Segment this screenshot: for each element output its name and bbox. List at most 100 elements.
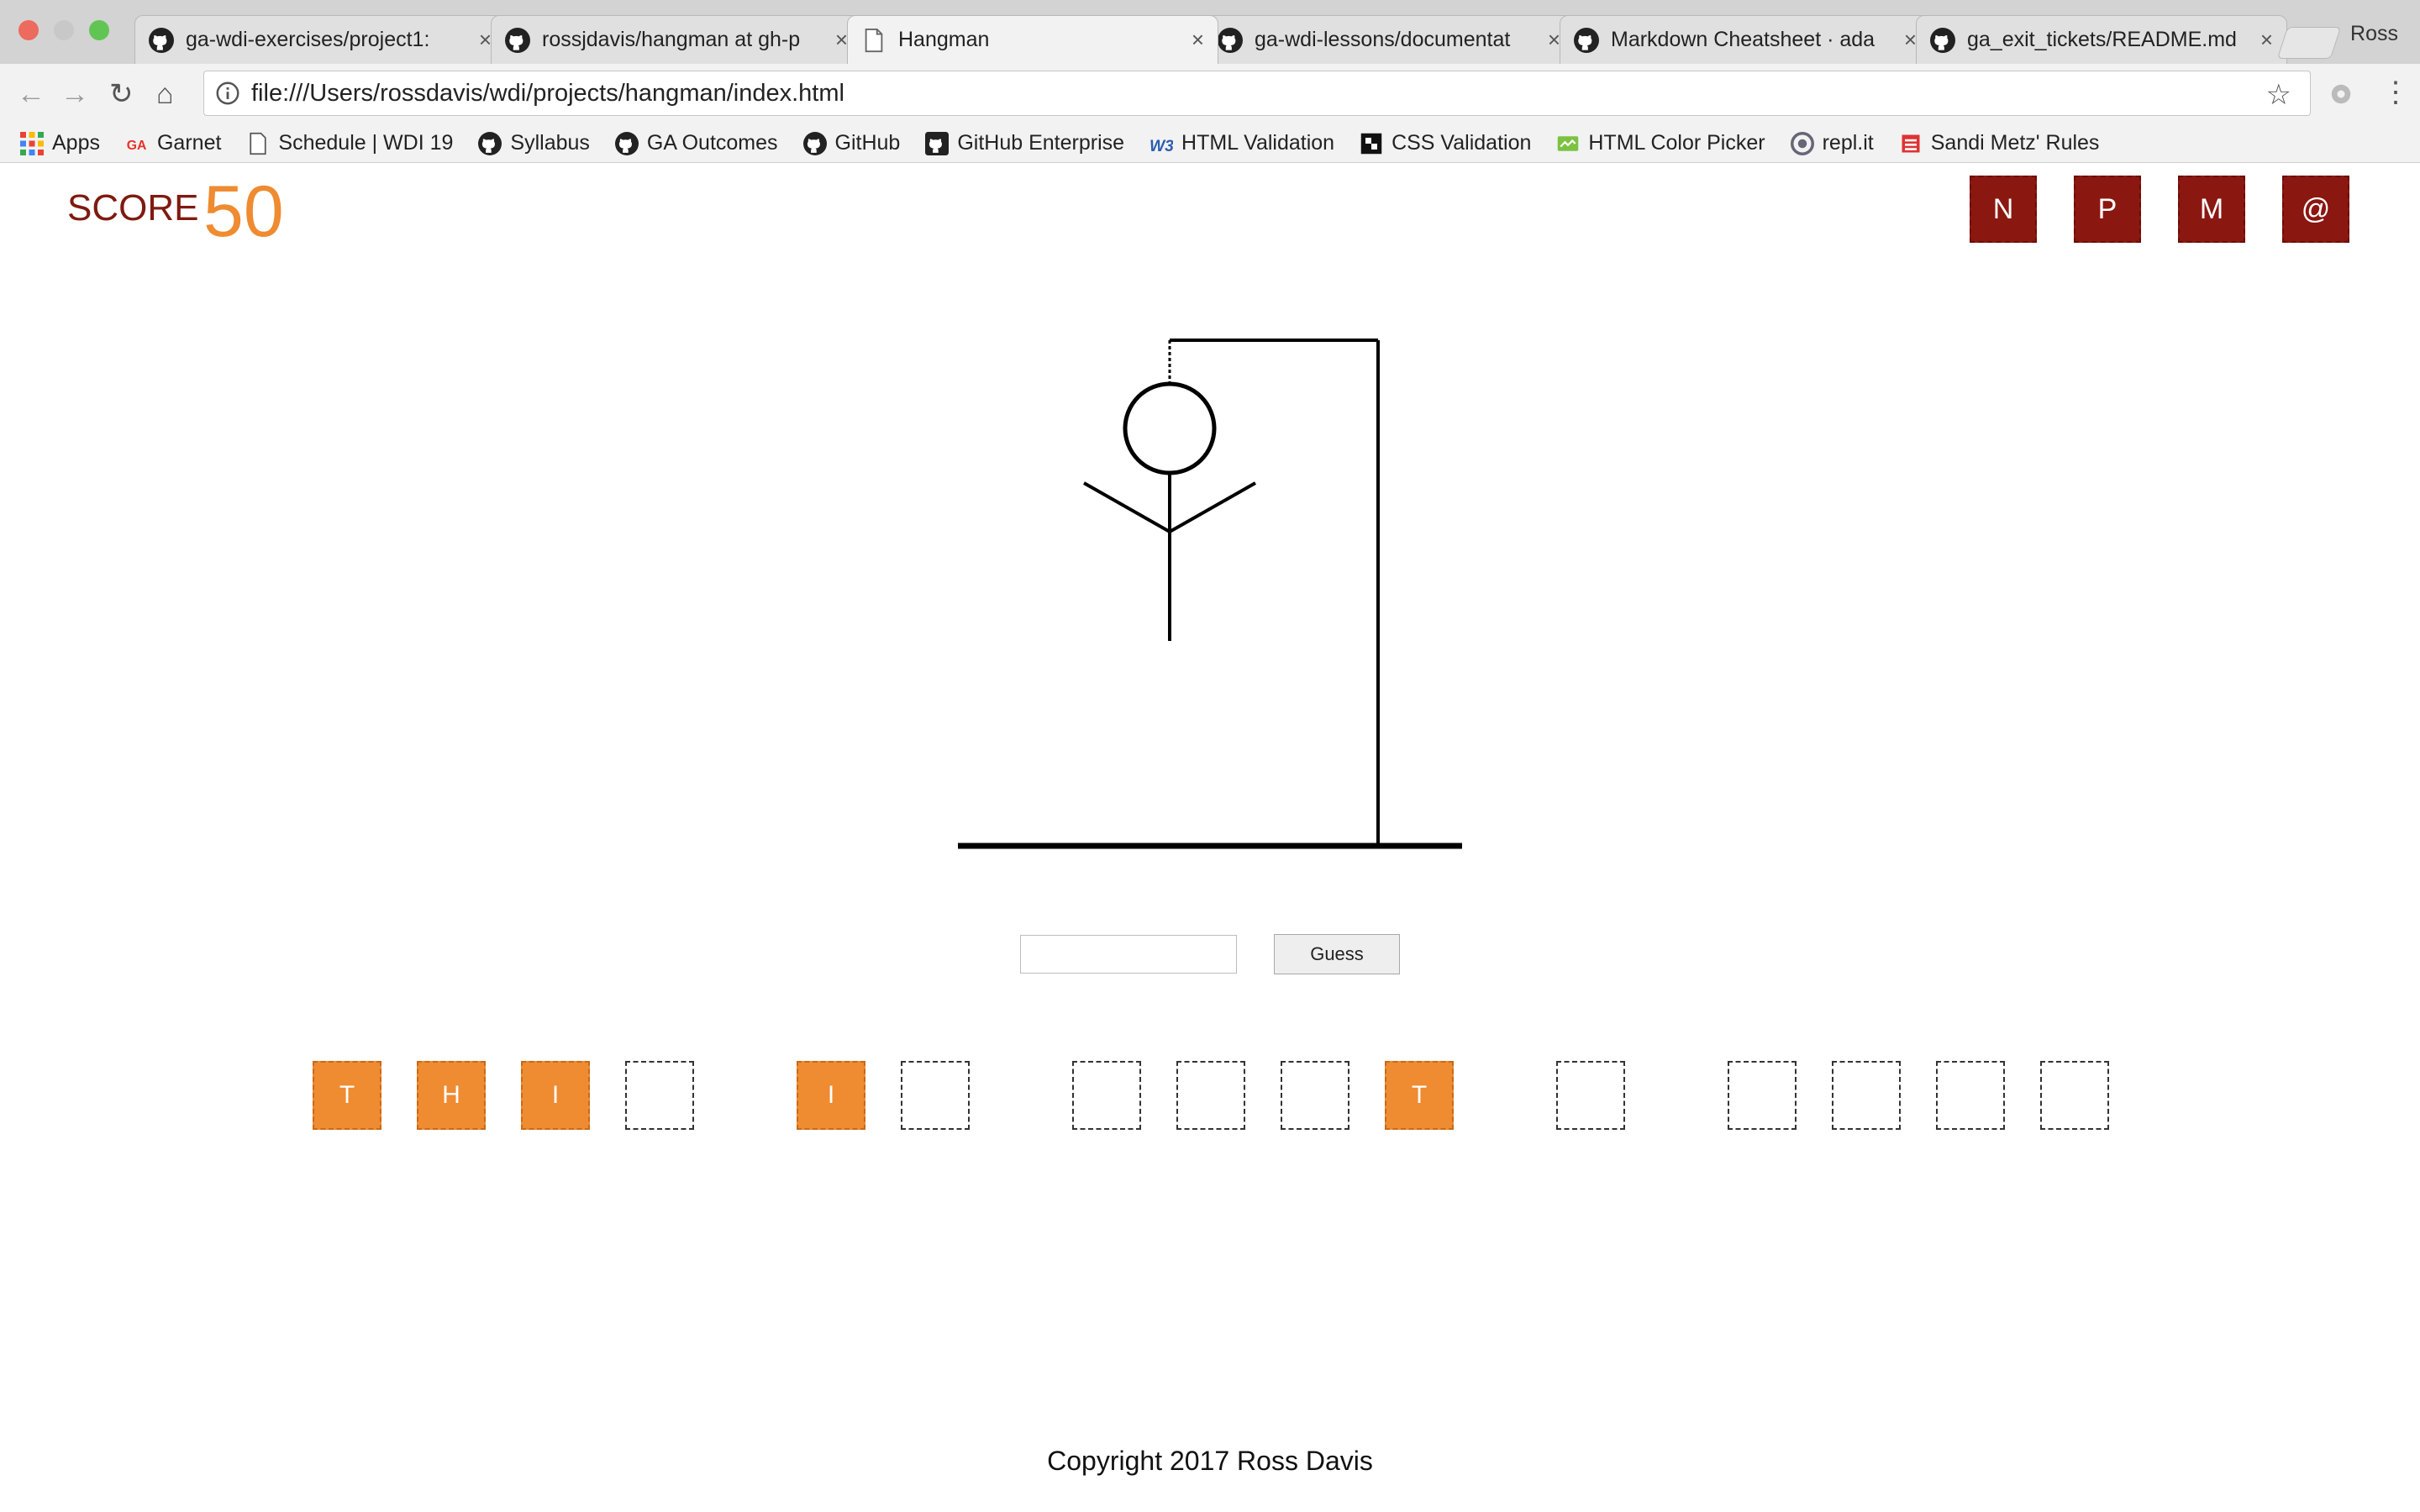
tab-close-icon[interactable]: × xyxy=(835,27,848,53)
profile-name[interactable]: Ross xyxy=(2350,22,2398,46)
letter-tile: I xyxy=(521,1061,590,1130)
hangman-drawing xyxy=(958,339,1462,849)
letter-tile: T xyxy=(313,1061,381,1130)
tab-title: ga_exit_tickets/README.md xyxy=(1967,28,2237,51)
tab-title: Hangman xyxy=(898,28,990,51)
bookmark-label: Sandi Metz' Rules xyxy=(1930,131,2100,155)
info-icon[interactable] xyxy=(216,81,239,105)
hangman-right-arm xyxy=(1169,481,1256,533)
window-close-button[interactable] xyxy=(18,20,39,40)
back-arrow-icon[interactable]: ← xyxy=(17,79,45,109)
new-tab-button[interactable] xyxy=(2276,27,2342,59)
bookmark-label: Syllabus xyxy=(510,131,590,155)
url-text: file:///Users/rossdavis/wdi/projects/han… xyxy=(251,79,844,107)
home-icon[interactable]: ⌂ xyxy=(156,79,174,109)
page-icon xyxy=(250,132,267,155)
github-icon xyxy=(614,131,639,155)
bookmark-label: Apps xyxy=(52,131,100,155)
copyright-text: Copyright 2017 Ross Davis xyxy=(1047,1446,1373,1476)
menu-kebab-icon[interactable]: ⋮ xyxy=(2381,76,2410,109)
letter-tile xyxy=(1072,1061,1141,1130)
bookmarks-bar: Apps GA Garnet Schedule | WDI 19 Syllabu… xyxy=(0,124,2420,163)
bookmark-html-color-picker[interactable]: HTML Color Picker xyxy=(1556,131,1765,155)
bookmark-label: repl.it xyxy=(1822,131,1874,155)
bookmark-label: GA Outcomes xyxy=(646,131,778,155)
w3c-icon: W3 xyxy=(1150,137,1173,155)
page-icon xyxy=(865,28,883,52)
github-icon xyxy=(1574,27,1599,53)
letter-tile xyxy=(625,1061,694,1130)
svg-text:W3: W3 xyxy=(1150,137,1173,155)
letter-tile xyxy=(2040,1061,2109,1130)
bookmark-syllabus[interactable]: Syllabus xyxy=(478,131,590,155)
bookmark-css-validation[interactable]: CSS Validation xyxy=(1360,131,1531,155)
github-icon xyxy=(505,27,530,53)
color-picker-icon xyxy=(1558,135,1579,151)
bookmark-github[interactable]: GitHub xyxy=(802,131,901,155)
browser-tab[interactable]: ga-wdi-lessons/documentat × xyxy=(1203,15,1575,64)
letter-tile xyxy=(1936,1061,2005,1130)
letter-tile xyxy=(1281,1061,1349,1130)
github-icon xyxy=(925,131,950,155)
bookmark-ga-outcomes[interactable]: GA Outcomes xyxy=(614,131,778,155)
browser-tab[interactable]: ga-wdi-exercises/project1: × xyxy=(134,15,506,64)
letter-tile xyxy=(1832,1061,1901,1130)
tab-title: rossjdavis/hangman at gh-p xyxy=(542,28,801,51)
letter-tile: H xyxy=(417,1061,486,1130)
sandi-icon xyxy=(1902,134,1920,152)
bookmark-label: HTML Color Picker xyxy=(1588,131,1765,155)
bookmark-schedule[interactable]: Schedule | WDI 19 xyxy=(246,131,453,155)
github-icon xyxy=(1930,27,1955,53)
bookmark-label: GitHub Enterprise xyxy=(957,131,1125,155)
css-icon xyxy=(1360,133,1382,154)
bookmark-garnet[interactable]: GA Garnet xyxy=(125,131,222,155)
svg-text:GA: GA xyxy=(127,139,147,153)
tab-title: ga-wdi-exercises/project1: xyxy=(186,28,430,51)
tab-close-icon[interactable]: × xyxy=(1548,27,1560,53)
address-bar[interactable]: file:///Users/rossdavis/wdi/projects/han… xyxy=(203,71,2311,116)
github-icon xyxy=(1218,27,1243,53)
bookmark-sandi-metz[interactable]: Sandi Metz' Rules xyxy=(1899,131,2100,155)
hangman-left-arm xyxy=(1083,481,1171,533)
tab-title: ga-wdi-lessons/documentat xyxy=(1255,28,1511,51)
letter-tile xyxy=(901,1061,970,1130)
guess-button[interactable]: Guess xyxy=(1274,934,1400,974)
browser-tab[interactable]: ga_exit_tickets/README.md × xyxy=(1916,15,2287,64)
browser-tab-active[interactable]: Hangman × xyxy=(847,15,1218,64)
apps-grid-icon xyxy=(20,131,44,155)
bookmark-html-validation[interactable]: W3 HTML Validation xyxy=(1150,131,1334,155)
bookmark-star-icon[interactable]: ☆ xyxy=(2266,78,2291,112)
letter-tile xyxy=(1728,1061,1797,1130)
window-minimize-button[interactable] xyxy=(54,20,74,40)
bookmark-label: Garnet xyxy=(156,131,222,155)
tab-close-icon[interactable]: × xyxy=(479,27,492,53)
tab-close-icon[interactable]: × xyxy=(1192,27,1204,53)
browser-tab[interactable]: Markdown Cheatsheet · ada × xyxy=(1560,15,1931,64)
bookmark-github-enterprise[interactable]: GitHub Enterprise xyxy=(925,131,1124,155)
github-icon xyxy=(802,131,827,155)
reload-icon[interactable]: ↻ xyxy=(109,79,134,109)
letter-tile xyxy=(1556,1061,1625,1130)
bookmark-label: GitHub xyxy=(834,131,901,155)
ga-icon: GA xyxy=(127,139,147,153)
bookmark-label: Schedule | WDI 19 xyxy=(278,131,454,155)
bookmark-apps[interactable]: Apps xyxy=(20,131,100,155)
github-icon xyxy=(478,131,502,155)
window-zoom-button[interactable] xyxy=(89,20,109,40)
guess-input[interactable] xyxy=(1020,935,1237,974)
github-icon xyxy=(149,27,174,53)
extension-gear-icon[interactable] xyxy=(2326,79,2356,109)
bookmark-replit[interactable]: repl.it xyxy=(1790,131,1874,155)
letter-tile: T xyxy=(1385,1061,1454,1130)
forward-arrow-icon[interactable]: → xyxy=(60,79,89,109)
browser-tabstrip: ga-wdi-exercises/project1: × rossjdavis/… xyxy=(0,0,2420,65)
tab-title: Markdown Cheatsheet · ada xyxy=(1611,28,1876,51)
tab-close-icon[interactable]: × xyxy=(1904,27,1917,53)
replit-icon xyxy=(1790,131,1814,155)
tab-close-icon[interactable]: × xyxy=(2260,27,2273,53)
bookmark-label: HTML Validation xyxy=(1181,131,1335,155)
page-viewport: SCORE 50 N P M @ Guess THIIT Copyright 2… xyxy=(0,164,2420,1512)
bookmark-label: CSS Validation xyxy=(1392,131,1532,155)
browser-tab[interactable]: rossjdavis/hangman at gh-p × xyxy=(491,15,862,64)
hangman-head xyxy=(1123,381,1217,475)
